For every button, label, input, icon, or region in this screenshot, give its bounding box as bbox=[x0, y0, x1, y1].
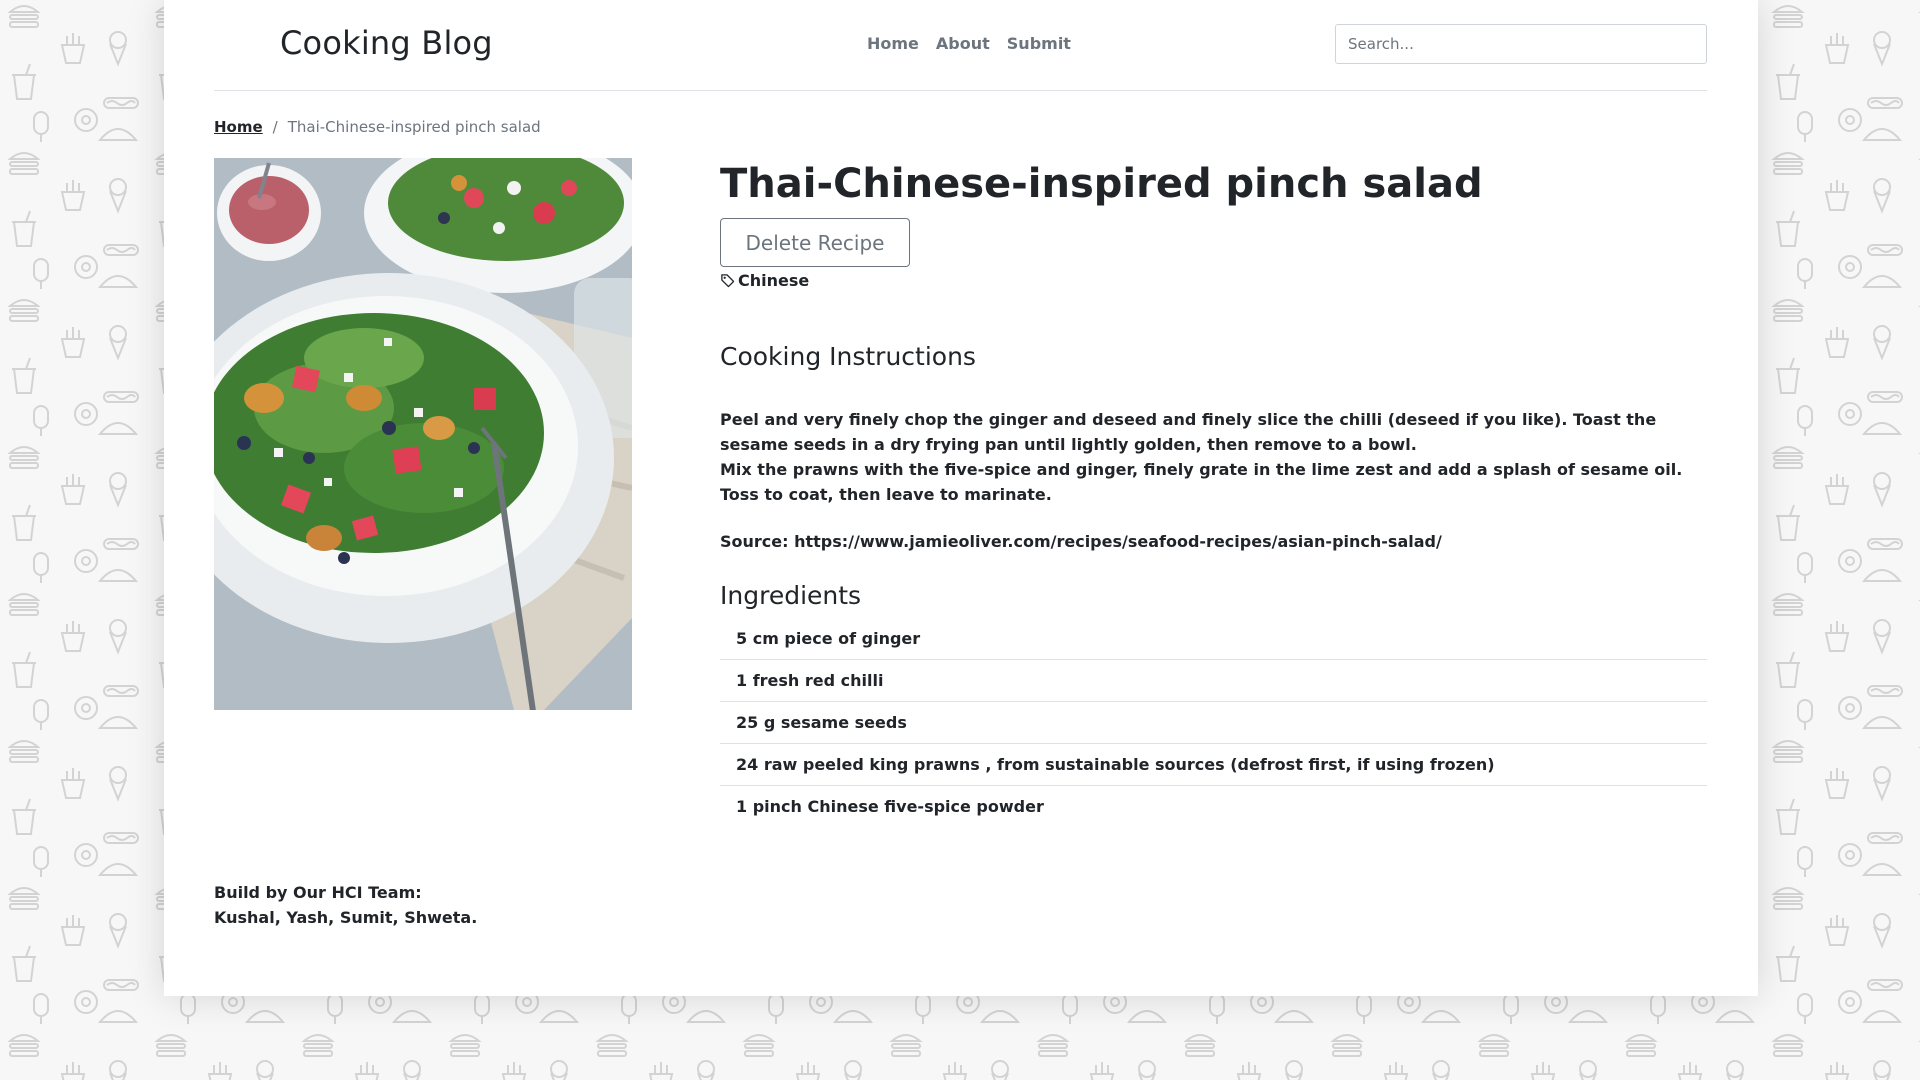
ingredient-item: 5 cm piece of ginger bbox=[720, 618, 1707, 660]
recipe-title: Thai-Chinese-inspired pinch salad bbox=[720, 161, 1483, 207]
tag-label: Chinese bbox=[738, 271, 810, 290]
page-card: Cooking Blog Home About Submit Home / Th… bbox=[164, 0, 1758, 996]
nav-home-link[interactable]: Home bbox=[867, 34, 919, 53]
instruction-paragraph: Mix the prawns with the five-spice and g… bbox=[720, 460, 1683, 504]
search-input[interactable] bbox=[1335, 24, 1707, 64]
main-container: Cooking Blog Home About Submit Home / Th… bbox=[214, 0, 1707, 927]
ingredient-item: 25 g sesame seeds bbox=[720, 702, 1707, 744]
recipe-source: Source: https://www.jamieoliver.com/reci… bbox=[720, 532, 1442, 551]
recipe-details: Thai-Chinese-inspired pinch salad Delete… bbox=[720, 158, 1707, 828]
ingredients-heading: Ingredients bbox=[720, 581, 862, 610]
ingredient-item: 1 fresh red chilli bbox=[720, 660, 1707, 702]
breadcrumb: Home / Thai-Chinese-inspired pinch salad bbox=[214, 118, 541, 136]
ingredient-item: 24 raw peeled king prawns , from sustain… bbox=[720, 744, 1707, 786]
site-footer: Build by Our HCI Team: Kushal, Yash, Sum… bbox=[214, 880, 477, 930]
instructions-text: Peel and very finely chop the ginger and… bbox=[720, 407, 1707, 507]
category-tag[interactable]: Chinese bbox=[720, 271, 1707, 290]
breadcrumb-current: Thai-Chinese-inspired pinch salad bbox=[287, 118, 541, 136]
footer-credit-heading: Build by Our HCI Team: bbox=[214, 883, 422, 902]
site-header: Cooking Blog Home About Submit bbox=[214, 0, 1707, 91]
delete-recipe-button[interactable]: Delete Recipe bbox=[720, 218, 910, 267]
tag-icon bbox=[720, 273, 735, 288]
nav-about-link[interactable]: About bbox=[936, 34, 990, 53]
main-nav: Home About Submit bbox=[867, 34, 1071, 53]
ingredient-item: 1 pinch Chinese five-spice powder bbox=[736, 797, 1044, 816]
ingredients-list: 5 cm piece of ginger 1 fresh red chilli … bbox=[720, 618, 1707, 828]
instruction-paragraph: Peel and very finely chop the ginger and… bbox=[720, 410, 1657, 454]
recipe-image bbox=[214, 158, 632, 710]
footer-team-names: Kushal, Yash, Sumit, Shweta. bbox=[214, 908, 478, 927]
breadcrumb-separator: / bbox=[272, 118, 278, 136]
site-brand[interactable]: Cooking Blog bbox=[280, 24, 493, 62]
breadcrumb-home-link[interactable]: Home bbox=[214, 118, 263, 136]
instructions-heading: Cooking Instructions bbox=[720, 342, 976, 371]
nav-submit-link[interactable]: Submit bbox=[1007, 34, 1071, 53]
